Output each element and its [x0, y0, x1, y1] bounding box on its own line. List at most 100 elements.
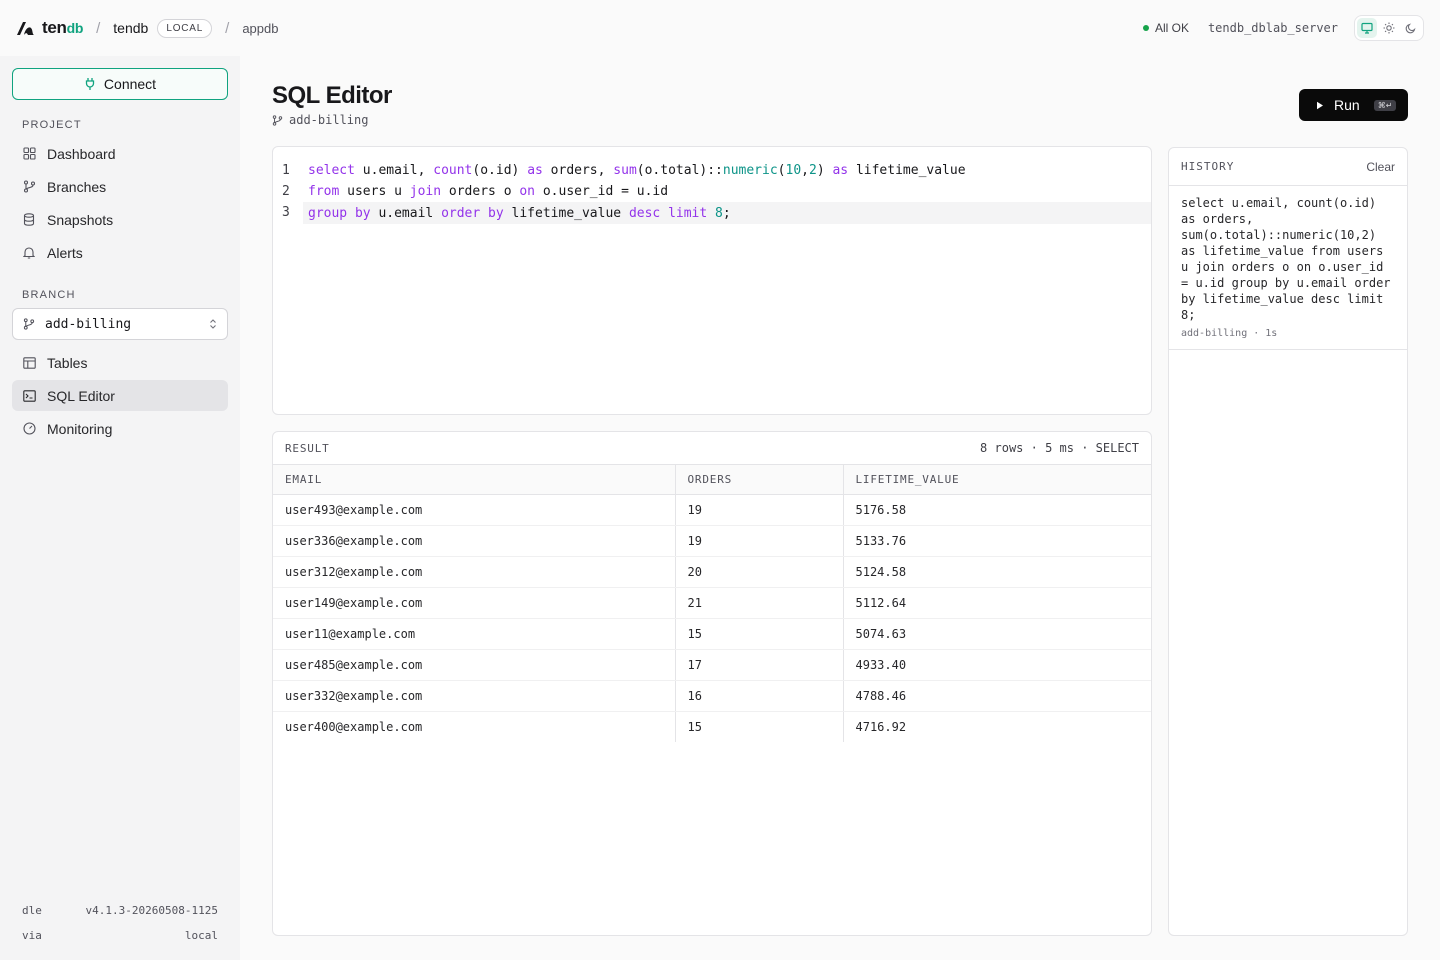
table-row[interactable]: user312@example.com 20 5124.58 — [273, 556, 1151, 588]
column-header[interactable]: EMAIL — [273, 465, 675, 495]
table-row[interactable]: user11@example.com 15 5074.63 — [273, 618, 1151, 650]
line-number: 2 — [282, 183, 290, 199]
terminal-icon — [22, 389, 36, 402]
page-branch: add-billing — [272, 113, 368, 127]
database-icon — [23, 213, 35, 226]
table-cell[interactable]: 5133.76 — [842, 525, 1151, 557]
sidebar-item-branches[interactable]: Branches — [12, 171, 228, 202]
table-cell[interactable]: user485@example.com — [273, 649, 675, 681]
table-icon — [22, 356, 36, 369]
theme-switcher — [1354, 15, 1424, 41]
history-item[interactable]: select u.email, count(o.id) as orders, s… — [1169, 186, 1407, 350]
table-row[interactable]: user493@example.com 19 5176.58 — [273, 494, 1151, 526]
table-cell[interactable]: 19 — [674, 494, 843, 526]
run-button[interactable]: Run ⌘↵ — [1299, 89, 1408, 121]
table-row[interactable]: user149@example.com 21 5112.64 — [273, 587, 1151, 619]
table-header-row: EMAIL ORDERS LIFETIME_VALUE — [273, 465, 1151, 495]
table-row[interactable]: user400@example.com 15 4716.92 — [273, 711, 1151, 742]
column-header[interactable]: LIFETIME_VALUE — [842, 465, 1151, 495]
branch-select[interactable]: add-billing — [12, 308, 228, 340]
table-cell[interactable]: user400@example.com — [273, 711, 675, 742]
code-text: select u.email, count(o.id) as orders, s… — [308, 162, 966, 178]
connect-button[interactable]: Connect — [12, 68, 228, 100]
table-cell[interactable]: 4716.92 — [842, 711, 1151, 742]
run-label: Run — [1334, 97, 1360, 113]
result-table: EMAIL ORDERS LIFETIME_VALUE user493@exam… — [273, 465, 1151, 742]
sidebar-item-label: Alerts — [47, 244, 83, 261]
clear-history-button[interactable]: Clear — [1366, 160, 1395, 174]
table-cell[interactable]: 5074.63 — [842, 618, 1151, 650]
history-sql: select u.email, count(o.id) as orders, s… — [1181, 196, 1391, 322]
history-label: HISTORY — [1181, 160, 1235, 173]
gauge-icon — [22, 422, 36, 435]
table-cell[interactable]: 20 — [674, 556, 843, 588]
sidebar: Connect PROJECT Dashboard Branches Snaps… — [0, 56, 240, 960]
sidebar-item-tables[interactable]: Tables — [12, 347, 228, 378]
status-text: All OK — [1154, 21, 1189, 35]
table-cell[interactable]: 17 — [674, 649, 843, 681]
table-cell[interactable]: 15 — [674, 618, 843, 650]
run-shortcut: ⌘↵ — [1373, 99, 1397, 111]
table-cell[interactable]: user332@example.com — [273, 680, 675, 712]
column-header[interactable]: ORDERS — [674, 465, 843, 495]
result-meta: 8 rows · 5 ms · SELECT — [980, 441, 1139, 455]
table-cell[interactable]: 16 — [674, 680, 843, 712]
footer-value: v4.1.3-20260508-1125 — [85, 904, 218, 917]
connect-label: Connect — [103, 76, 157, 92]
theme-dark-button[interactable] — [1401, 18, 1421, 38]
bell-icon — [23, 247, 35, 259]
monitor-icon — [1361, 22, 1373, 34]
table-cell[interactable]: 15 — [674, 711, 843, 742]
sidebar-item-alerts[interactable]: Alerts — [12, 237, 228, 268]
breadcrumb-separator: / — [96, 19, 101, 37]
moon-icon — [1405, 23, 1416, 34]
table-cell[interactable]: 4933.40 — [842, 649, 1151, 681]
history-meta: add-billing · 1s — [1181, 328, 1278, 339]
sidebar-item-sql-editor[interactable]: SQL Editor — [12, 380, 228, 411]
sun-icon — [1383, 22, 1395, 34]
page-branch-name: add-billing — [289, 113, 369, 127]
code-line[interactable]: 1 select u.email, count(o.id) as orders,… — [273, 159, 1151, 181]
table-cell[interactable]: 5176.58 — [842, 494, 1151, 526]
result-header: RESULT 8 rows · 5 ms · SELECT — [273, 432, 1151, 465]
table-cell[interactable]: user149@example.com — [273, 587, 675, 619]
table-cell[interactable]: user493@example.com — [273, 494, 675, 526]
footer-key: via — [22, 929, 42, 942]
breadcrumb-project[interactable]: tendb — [113, 20, 148, 36]
sidebar-item-monitoring[interactable]: Monitoring — [12, 413, 228, 444]
table-cell[interactable]: 5112.64 — [842, 587, 1151, 619]
git-branch-icon — [272, 114, 283, 126]
table-row[interactable]: user332@example.com 16 4788.46 — [273, 680, 1151, 712]
branch-select-value: add-billing — [45, 316, 132, 332]
status-dot-icon — [1142, 25, 1149, 31]
table-row[interactable]: user485@example.com 17 4933.40 — [273, 649, 1151, 681]
theme-system-button[interactable] — [1357, 18, 1377, 38]
breadcrumb-database[interactable]: appdb — [242, 21, 278, 36]
line-number: 1 — [282, 162, 290, 178]
result-panel: RESULT 8 rows · 5 ms · SELECT EMAIL ORDE… — [272, 431, 1152, 936]
sidebar-item-snapshots[interactable]: Snapshots — [12, 204, 228, 235]
table-cell[interactable]: 4788.46 — [842, 680, 1151, 712]
code-line[interactable]: 2 from users u join orders o on o.user_i… — [273, 180, 1151, 202]
logo[interactable]: tendb — [16, 18, 83, 38]
table-cell[interactable]: 5124.58 — [842, 556, 1151, 588]
history-header: HISTORY Clear — [1169, 148, 1407, 186]
sql-editor[interactable]: 1 select u.email, count(o.id) as orders,… — [272, 146, 1152, 415]
table-row[interactable]: user336@example.com 19 5133.76 — [273, 525, 1151, 557]
sidebar-item-label: Monitoring — [47, 420, 113, 437]
sidebar-item-label: Tables — [47, 354, 88, 371]
table-cell[interactable]: user312@example.com — [273, 556, 675, 588]
table-cell[interactable]: 19 — [674, 525, 843, 557]
table-cell[interactable]: user11@example.com — [273, 618, 675, 650]
result-label: RESULT — [285, 441, 330, 455]
code-text: from users u join orders o on o.user_id … — [308, 183, 669, 199]
table-cell[interactable]: 21 — [674, 587, 843, 619]
sidebar-item-dashboard[interactable]: Dashboard — [12, 138, 228, 169]
sidebar-item-label: Snapshots — [47, 211, 114, 228]
theme-light-button[interactable] — [1379, 18, 1399, 38]
table-cell[interactable]: user336@example.com — [273, 525, 675, 557]
plug-icon — [85, 78, 95, 90]
code-line-current[interactable]: group by u.email order by lifetime_value… — [303, 202, 1151, 224]
project-section-label: PROJECT — [22, 119, 82, 131]
footer-version: dle v4.1.3-20260508-1125 — [22, 904, 218, 917]
